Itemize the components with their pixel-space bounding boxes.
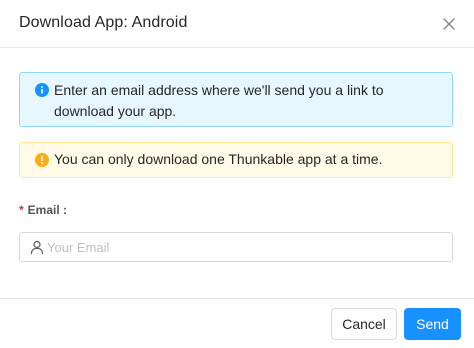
- cancel-button[interactable]: Cancel: [331, 308, 397, 340]
- info-alert-text: Enter an email address where we'll send …: [54, 82, 384, 119]
- dialog-footer: Cancel Send: [0, 298, 474, 348]
- exclamation-circle-icon: [35, 153, 49, 167]
- info-alert: Enter an email address where we'll send …: [19, 72, 453, 127]
- download-app-dialog: Download App: Android Enter an email add…: [0, 0, 474, 348]
- user-icon: [30, 240, 44, 254]
- dialog-header: Download App: Android: [0, 0, 474, 48]
- email-input[interactable]: [47, 233, 447, 261]
- email-label: * Email :: [19, 203, 67, 217]
- info-circle-icon: [35, 83, 49, 97]
- dialog-title: Download App: Android: [19, 14, 188, 31]
- required-mark: *: [19, 203, 24, 217]
- close-icon: [443, 18, 455, 30]
- email-field[interactable]: [19, 232, 453, 262]
- warning-alert: You can only download one Thunkable app …: [19, 142, 453, 178]
- email-label-text: Email :: [27, 203, 68, 217]
- warning-alert-text: You can only download one Thunkable app …: [54, 151, 383, 167]
- send-button[interactable]: Send: [404, 308, 461, 340]
- close-button[interactable]: [440, 15, 458, 33]
